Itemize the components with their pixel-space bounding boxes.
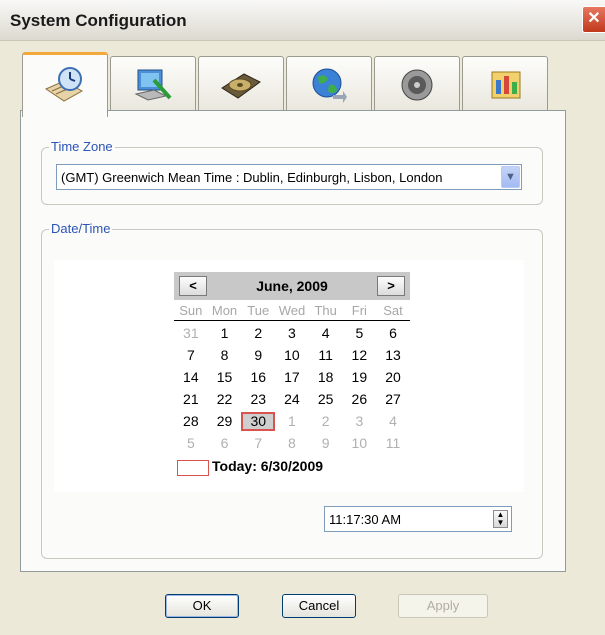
- calendar-day[interactable]: 19: [343, 368, 377, 387]
- day-of-week-mon: Mon: [211, 303, 238, 318]
- date-time-group: Date/Time < June, 2009 > Sun Mon Tue Wed Thu…: [41, 221, 543, 559]
- calendar-day[interactable]: 18: [309, 368, 343, 387]
- calendar-day[interactable]: 4: [309, 324, 343, 343]
- day-of-week-fri: Fri: [351, 303, 367, 318]
- window-title: System Configuration: [10, 11, 187, 30]
- calendar-day[interactable]: 1: [208, 324, 242, 343]
- today-label[interactable]: Today: 6/30/2009: [212, 458, 323, 474]
- days-of-week-row: Sun Mon Tue Wed Thu Fri Sat: [174, 303, 410, 321]
- chevron-down-icon[interactable]: ▼: [501, 166, 520, 188]
- time-spinner[interactable]: ▲ ▼: [493, 510, 508, 528]
- calendar-day[interactable]: 25: [309, 390, 343, 409]
- calendar-day[interactable]: 8: [208, 346, 242, 365]
- calendar-day[interactable]: 30: [241, 412, 276, 431]
- calendar-day[interactable]: 10: [275, 346, 309, 365]
- month-title: June, 2009: [256, 278, 328, 294]
- calendar-header: < June, 2009 >: [174, 272, 410, 300]
- next-month-button[interactable]: >: [377, 276, 405, 296]
- calendar-day[interactable]: 5: [343, 324, 377, 343]
- time-zone-label: Time Zone: [49, 139, 115, 154]
- calendar-day[interactable]: 23: [241, 390, 275, 409]
- time-zone-value: (GMT) Greenwich Mean Time : Dublin, Edin…: [61, 170, 443, 185]
- time-value: 11:17:30 AM: [329, 512, 402, 527]
- cancel-button[interactable]: Cancel: [282, 594, 356, 618]
- calendar-day-other-month[interactable]: 8: [275, 434, 309, 453]
- day-of-week-thu: Thu: [314, 303, 337, 318]
- tab-strip: [22, 52, 562, 117]
- calendar-day[interactable]: 7: [174, 346, 208, 365]
- hard-disk-icon: [221, 73, 261, 99]
- calendar-day[interactable]: 9: [241, 346, 275, 365]
- calendar-day[interactable]: 16: [241, 368, 275, 387]
- calendar-day[interactable]: 11: [309, 346, 343, 365]
- close-button[interactable]: ✕: [582, 6, 605, 33]
- calendar-day[interactable]: 24: [275, 390, 309, 409]
- calendar-day[interactable]: 2: [241, 324, 275, 343]
- day-of-week-tue: Tue: [247, 303, 270, 318]
- calendar-day-other-month[interactable]: 31: [174, 324, 208, 343]
- calendar-day[interactable]: 14: [174, 368, 208, 387]
- tab-storage[interactable]: [198, 56, 284, 113]
- date-time-icon: [44, 67, 84, 102]
- speaker-icon: [401, 69, 433, 101]
- calendar-day[interactable]: 12: [343, 346, 377, 365]
- calendar-day[interactable]: 26: [343, 390, 377, 409]
- today-marker: [177, 460, 209, 476]
- calendar-day-other-month[interactable]: 7: [241, 434, 275, 453]
- system-configuration-window: System Configuration ✕ Time Zone (GMT) G…: [0, 0, 605, 635]
- calendar-day-other-month[interactable]: 2: [309, 412, 343, 431]
- calendar-day[interactable]: 22: [208, 390, 242, 409]
- display-icon: [134, 69, 172, 101]
- control-panel-icon: [491, 71, 521, 99]
- calendar-day-other-month[interactable]: 3: [343, 412, 377, 431]
- calendar-day-other-month[interactable]: 10: [343, 434, 377, 453]
- calendar-day[interactable]: 13: [376, 346, 410, 365]
- calendar-day-other-month[interactable]: 6: [208, 434, 242, 453]
- tab-network[interactable]: [286, 56, 372, 113]
- calendar-day[interactable]: 6: [376, 324, 410, 343]
- calendar-day[interactable]: 17: [275, 368, 309, 387]
- day-of-week-wed: Wed: [278, 303, 306, 318]
- time-input[interactable]: 11:17:30 AM ▲ ▼: [324, 506, 512, 532]
- calendar-day[interactable]: 21: [174, 390, 208, 409]
- calendar-day-other-month[interactable]: 1: [275, 412, 309, 431]
- settings-panel: Time Zone (GMT) Greenwich Mean Time : Du…: [20, 110, 566, 572]
- day-of-week-sun: Sun: [179, 303, 203, 318]
- calendar: < June, 2009 > Sun Mon Tue Wed Thu Fri Sat 31 1…: [54, 260, 524, 492]
- calendar-day-other-month[interactable]: 4: [376, 412, 410, 431]
- time-zone-group: Time Zone (GMT) Greenwich Mean Time : Du…: [41, 139, 543, 205]
- apply-button[interactable]: Apply: [398, 594, 488, 618]
- day-of-week-sat: Sat: [383, 303, 403, 318]
- calendar-day[interactable]: 29: [208, 412, 242, 431]
- calendar-day[interactable]: 27: [376, 390, 410, 409]
- tab-sound[interactable]: [374, 56, 460, 113]
- tab-display[interactable]: [110, 56, 196, 113]
- date-time-label: Date/Time: [49, 221, 113, 236]
- calendar-day-other-month[interactable]: 9: [309, 434, 343, 453]
- network-globe-icon: [312, 68, 347, 103]
- calendar-day[interactable]: 3: [275, 324, 309, 343]
- calendar-day[interactable]: 15: [208, 368, 242, 387]
- title-bar[interactable]: System Configuration ✕: [0, 0, 605, 41]
- time-zone-select[interactable]: (GMT) Greenwich Mean Time : Dublin, Edin…: [56, 164, 522, 190]
- calendar-day[interactable]: 28: [174, 412, 208, 431]
- calendar-day-other-month[interactable]: 5: [174, 434, 208, 453]
- tab-date-time[interactable]: [22, 52, 108, 117]
- tab-control-panel[interactable]: [462, 56, 548, 113]
- calendar-day-other-month[interactable]: 11: [376, 434, 410, 453]
- ok-button[interactable]: OK: [165, 594, 239, 618]
- calendar-day[interactable]: 20: [376, 368, 410, 387]
